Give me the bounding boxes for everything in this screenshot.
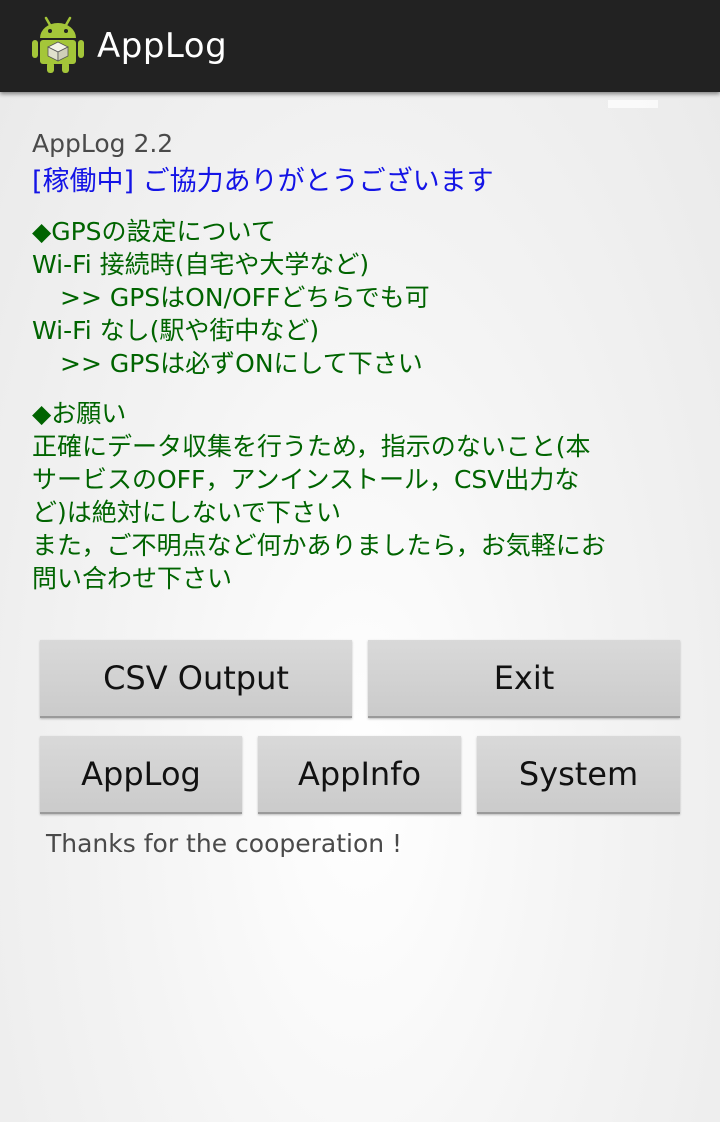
version-label: AppLog 2.2: [32, 129, 174, 158]
app-title: AppLog: [97, 26, 228, 66]
csv-output-button[interactable]: CSV Output: [40, 640, 352, 718]
status-message: [稼働中] ご協力ありがとうございます: [32, 166, 494, 197]
request-line: また，ご不明点など何かありましたら，お気軽にお: [32, 531, 606, 560]
appinfo-button[interactable]: AppInfo: [258, 736, 461, 814]
gps-heading: ◆GPSの設定について: [32, 217, 276, 246]
thanks-message: Thanks for the cooperation !: [46, 829, 403, 858]
wifi-connected-text: Wi-Fi 接続時(自宅や大学など): [32, 250, 370, 279]
request-line: 正確にデータ収集を行うため，指示のないこと(本: [32, 432, 591, 461]
applog-button[interactable]: AppLog: [40, 736, 242, 814]
action-bar: AppLog: [0, 0, 720, 92]
system-button[interactable]: System: [477, 736, 680, 814]
scroll-indicator: [608, 100, 658, 108]
request-heading: ◆お願い: [32, 399, 127, 428]
wifi-connected-note: >> GPSはON/OFFどちらでも可: [60, 283, 430, 312]
exit-button[interactable]: Exit: [368, 640, 680, 718]
request-line: サービスのOFF，アンインストール，CSV出力な: [32, 465, 580, 494]
main-content: AppLog 2.2 [稼働中] ご協力ありがとうございます ◆GPSの設定につ…: [32, 124, 692, 595]
request-line: ど)は絶対にしないで下さい: [32, 498, 342, 527]
wifi-none-note: >> GPSは必ずONにして下さい: [60, 349, 423, 378]
android-robot-icon[interactable]: [30, 14, 86, 74]
request-line: 問い合わせ下さい: [32, 564, 233, 593]
gps-settings-section: ◆GPSの設定について Wi-Fi 接続時(自宅や大学など) >> GPSはON…: [32, 215, 692, 595]
wifi-none-text: Wi-Fi なし(駅や街中など): [32, 316, 320, 345]
